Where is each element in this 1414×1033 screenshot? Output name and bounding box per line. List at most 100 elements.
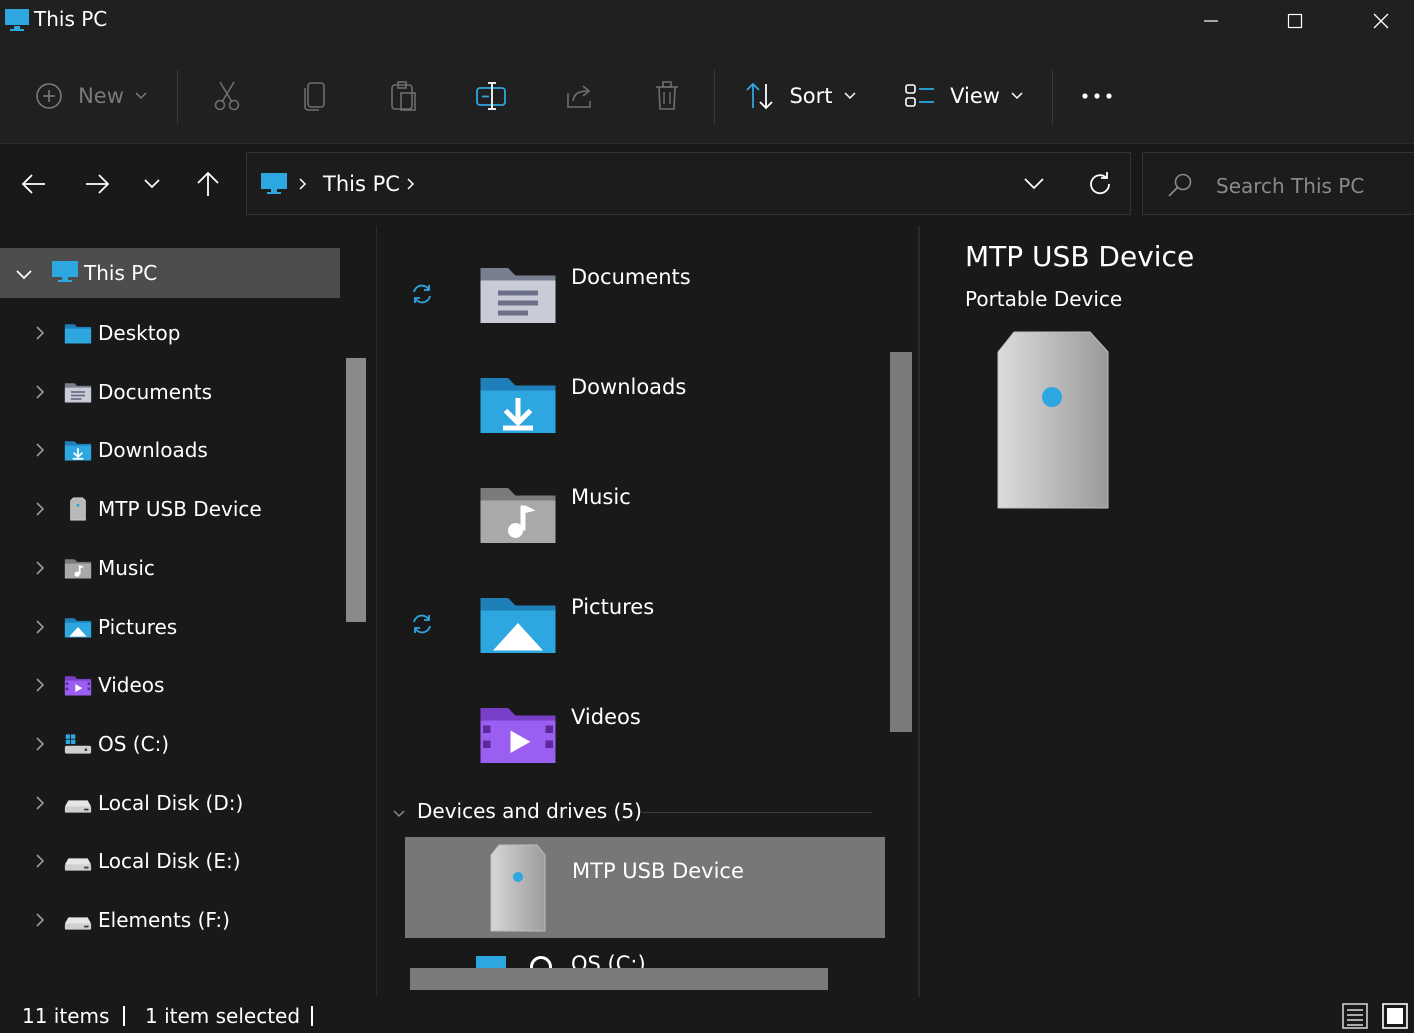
- chevron-down-icon: [1011, 92, 1023, 100]
- arrow-right-icon: [86, 174, 110, 194]
- chevron-right-icon[interactable]: [30, 912, 50, 928]
- paste-icon: [391, 81, 416, 111]
- nav-item[interactable]: Videos: [0, 660, 340, 710]
- chevron-right-icon[interactable]: [30, 677, 50, 693]
- nav-item-label: Desktop: [98, 321, 181, 345]
- new-label: New: [78, 84, 124, 108]
- horizontal-scrollbar-thumb[interactable]: [410, 968, 828, 990]
- device-item-os-partial[interactable]: OS (C:): [410, 938, 870, 968]
- nav-item-this-pc[interactable]: This PC: [0, 248, 340, 298]
- add-circle-icon: [36, 83, 62, 109]
- nav-item[interactable]: Local Disk (D:): [0, 778, 340, 828]
- nav-item-label: Pictures: [98, 614, 178, 639]
- chevron-down-icon: [843, 92, 856, 100]
- tiles-view-button[interactable]: [1380, 1002, 1410, 1030]
- new-button[interactable]: New: [30, 71, 152, 121]
- large-icons-view-icon: [1382, 1003, 1408, 1029]
- recent-locations-button[interactable]: [128, 160, 176, 208]
- chevron-right-icon[interactable]: [30, 736, 50, 752]
- downloads-folder-icon: [64, 437, 92, 463]
- view-button[interactable]: View: [902, 71, 1026, 121]
- chevron-right-icon[interactable]: [30, 853, 50, 869]
- content-scrollbar-thumb[interactable]: [890, 352, 912, 732]
- status-divider: [311, 1006, 313, 1026]
- search-placeholder[interactable]: Search This PC: [1216, 174, 1364, 198]
- address-history-button[interactable]: [1018, 170, 1050, 198]
- up-button[interactable]: [184, 160, 232, 208]
- chevron-down-icon: [135, 92, 147, 100]
- nav-item[interactable]: Pictures: [0, 602, 340, 652]
- nav-item-label: Music: [98, 555, 155, 580]
- copy-icon: [304, 82, 325, 111]
- minimize-icon: [1204, 20, 1218, 22]
- breadcrumb-this-pc[interactable]: This PC: [323, 172, 400, 196]
- devices-group-header[interactable]: Devices and drives (5): [417, 799, 642, 823]
- folder-tile[interactable]: Music: [400, 476, 880, 566]
- videos-folder-icon: [478, 700, 558, 770]
- nav-this-pc-label: This PC: [84, 261, 158, 285]
- more-ellipsis-icon: [1082, 93, 1112, 99]
- nav-item[interactable]: OS (C:): [0, 719, 340, 769]
- folder-tile[interactable]: Videos: [400, 696, 880, 786]
- pictures-folder-icon: [64, 614, 92, 640]
- sort-button[interactable]: Sort: [740, 71, 860, 121]
- delete-button[interactable]: [646, 71, 688, 121]
- sync-icon: [410, 612, 434, 640]
- chevron-down-icon[interactable]: [15, 266, 33, 285]
- nav-item[interactable]: Documents: [0, 367, 340, 417]
- folder-tile[interactable]: Pictures: [400, 586, 880, 676]
- this-pc-monitor-icon: [51, 260, 79, 288]
- music-folder-icon: [64, 555, 92, 581]
- more-options-button[interactable]: [1074, 71, 1120, 121]
- cut-button[interactable]: [206, 71, 248, 121]
- chevron-right-icon[interactable]: [30, 442, 50, 458]
- nav-item-label: OS (C:): [98, 731, 170, 756]
- sort-label: Sort: [789, 84, 833, 108]
- back-button[interactable]: [10, 160, 58, 208]
- paste-button[interactable]: [382, 71, 424, 121]
- windows-drive-icon: [476, 956, 506, 968]
- maximize-button[interactable]: [1252, 0, 1338, 42]
- sync-icon: [410, 282, 434, 310]
- view-layout-icon: [905, 84, 935, 107]
- rename-button[interactable]: [470, 71, 512, 121]
- status-item-count: 11 items: [22, 1004, 110, 1028]
- details-pane: [918, 226, 1414, 997]
- nav-item[interactable]: Local Disk (E:): [0, 836, 340, 886]
- chevron-right-icon[interactable]: [30, 560, 50, 576]
- details-view-button[interactable]: [1340, 1002, 1370, 1030]
- forward-button[interactable]: [73, 160, 121, 208]
- folder-tile[interactable]: Documents: [400, 256, 880, 346]
- nav-item-label: Videos: [98, 673, 165, 698]
- breadcrumb-separator-icon[interactable]: [406, 176, 416, 195]
- videos-folder-icon: [64, 672, 92, 698]
- group-collapse-chevron-icon[interactable]: [392, 804, 406, 823]
- device-item-mtp-usb[interactable]: MTP USB Device: [405, 837, 885, 938]
- nav-item-label: Downloads: [98, 438, 208, 463]
- nav-item[interactable]: Desktop: [0, 308, 340, 358]
- chevron-down-icon: [1024, 178, 1044, 190]
- close-button[interactable]: [1338, 0, 1414, 42]
- refresh-button[interactable]: [1082, 166, 1118, 202]
- folder-tile[interactable]: Downloads: [400, 366, 880, 456]
- folder-label: Pictures: [571, 595, 655, 619]
- nav-item[interactable]: Music: [0, 543, 340, 593]
- disk-platter-icon: [530, 956, 552, 968]
- chevron-right-icon[interactable]: [30, 795, 50, 811]
- nav-item[interactable]: MTP USB Device: [0, 484, 340, 534]
- chevron-right-icon[interactable]: [30, 384, 50, 400]
- chevron-right-icon[interactable]: [30, 501, 50, 517]
- nav-item[interactable]: Downloads: [0, 425, 340, 475]
- minimize-button[interactable]: [1168, 0, 1254, 42]
- sort-icon: [746, 82, 774, 110]
- folder-label: Downloads: [571, 375, 687, 399]
- chevron-right-icon[interactable]: [30, 619, 50, 635]
- toolbar-divider: [1052, 70, 1053, 124]
- folder-label: Music: [571, 485, 631, 509]
- status-divider: [123, 1006, 125, 1026]
- nav-item[interactable]: Elements (F:): [0, 895, 340, 945]
- nav-scrollbar-thumb[interactable]: [346, 358, 366, 622]
- chevron-right-icon[interactable]: [30, 325, 50, 341]
- copy-button[interactable]: [294, 71, 336, 121]
- share-button[interactable]: [558, 71, 600, 121]
